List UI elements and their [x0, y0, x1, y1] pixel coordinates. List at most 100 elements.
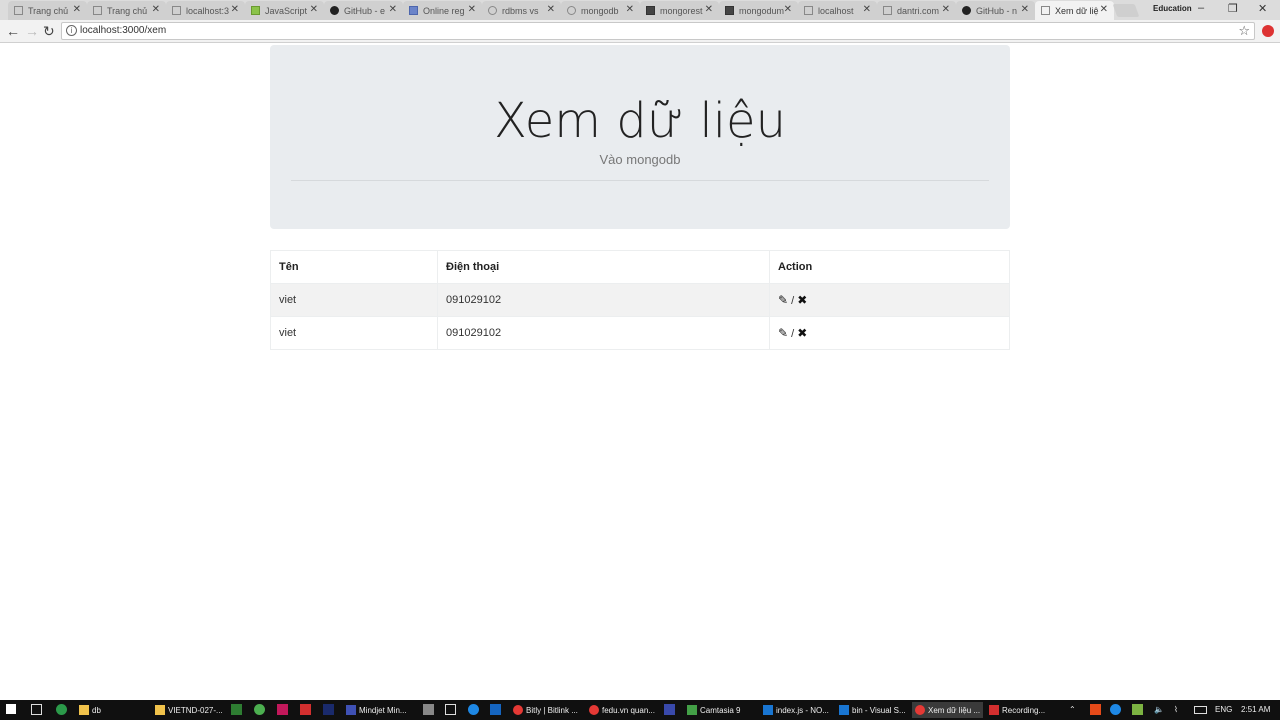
column-header-phone: Điện thoại [437, 250, 770, 284]
divider [291, 180, 989, 181]
site-icon [646, 6, 655, 15]
app-icon[interactable] [56, 704, 67, 715]
app-icon[interactable] [490, 704, 501, 715]
browser-tab[interactable]: localhost ✕ [798, 1, 877, 20]
browser-tab[interactable]: dantri.com ✕ [877, 1, 956, 20]
cell-phone: 091029102 [437, 316, 770, 350]
browser-tab[interactable]: localhost:3 ✕ [166, 1, 245, 20]
app-icon[interactable] [277, 704, 288, 715]
tray-app-icon[interactable] [1132, 704, 1143, 715]
excel-icon[interactable] [231, 704, 242, 715]
browser-tab[interactable]: JavaScript ✕ [245, 1, 324, 20]
browser-tab[interactable]: mongorest ✕ [640, 1, 719, 20]
browser-tab[interactable]: mongodb ✕ [561, 1, 640, 20]
info-icon[interactable]: i [66, 25, 77, 36]
cell-action: ✎ / ✖ [769, 316, 1010, 350]
tab-close-icon[interactable]: ✕ [152, 4, 160, 15]
clock[interactable]: 2:51 AM [1241, 705, 1270, 714]
folder-icon [155, 705, 165, 715]
edit-icon[interactable]: ✎ [778, 293, 788, 307]
tab-close-icon[interactable]: ✕ [942, 4, 950, 15]
mail-icon[interactable] [445, 704, 456, 715]
close-window-icon[interactable]: ✕ [1258, 2, 1267, 15]
volume-icon[interactable]: 🔈 [1154, 705, 1164, 714]
taskbar-item[interactable]: index.js - NO... [763, 702, 829, 718]
taskbar-item[interactable]: VIETND-027-... [155, 702, 223, 718]
restore-icon[interactable]: ❐ [1228, 2, 1238, 15]
address-url[interactable]: localhost:3000/xem [80, 25, 166, 36]
browser-tab-active[interactable]: Xem dữ liệ ✕ [1035, 1, 1114, 20]
tab-close-icon[interactable]: ✕ [389, 4, 397, 15]
tab-close-icon[interactable]: ✕ [863, 4, 871, 15]
forward-icon[interactable]: → [25, 23, 39, 39]
language-indicator[interactable]: ENG [1215, 705, 1232, 714]
tab-close-icon[interactable]: ✕ [468, 4, 476, 15]
tray-app-icon[interactable] [1090, 704, 1101, 715]
chrome-icon [513, 705, 523, 715]
column-header-action: Action [769, 250, 1010, 284]
extension-icon[interactable] [1262, 25, 1274, 37]
jumbotron: Xem dữ liệu Vào mongodb [270, 45, 1010, 229]
table-row: viet 091029102 ✎ / ✖ [270, 283, 1010, 317]
tab-close-icon[interactable]: ✕ [784, 4, 792, 15]
browser-tab[interactable]: GitHub - n ✕ [956, 1, 1035, 20]
vscode-icon [763, 705, 773, 715]
page-icon [883, 6, 892, 15]
tab-close-icon[interactable]: ✕ [705, 4, 713, 15]
app-icon[interactable] [468, 704, 479, 715]
tray-app-icon[interactable] [1110, 704, 1121, 715]
tab-close-icon[interactable]: ✕ [1021, 4, 1029, 15]
chrome-icon [589, 705, 599, 715]
tray-chevron-icon[interactable]: ⌃ [1069, 705, 1076, 714]
task-view-icon[interactable] [31, 704, 42, 715]
page-subtitle: Vào mongodb [599, 152, 681, 167]
taskbar-item[interactable]: db [79, 702, 101, 718]
app-icon[interactable] [664, 704, 675, 715]
browser-tab[interactable]: GitHub - e ✕ [324, 1, 403, 20]
action-separator: / [791, 328, 795, 340]
taskbar-item[interactable]: Mindjet Min... [346, 702, 407, 718]
taskbar-item[interactable]: Camtasia 9 [687, 702, 740, 718]
filezilla-icon[interactable] [300, 704, 311, 715]
browser-tab[interactable]: mongodum ✕ [719, 1, 798, 20]
tab-close-icon[interactable]: ✕ [73, 4, 81, 15]
edit-icon[interactable]: ✎ [778, 326, 788, 340]
photoshop-icon[interactable] [323, 704, 334, 715]
taskbar-item[interactable]: Bitly | Bitlink ... [513, 702, 578, 718]
browser-tab[interactable]: Trang chủ ✕ [8, 1, 87, 20]
tab-close-icon[interactable]: ✕ [1100, 4, 1108, 15]
reload-icon[interactable]: ↻ [43, 23, 55, 39]
cell-action: ✎ / ✖ [769, 283, 1010, 317]
tab-close-icon[interactable]: ✕ [310, 4, 318, 15]
minimize-icon[interactable]: – [1198, 2, 1204, 14]
tab-close-icon[interactable]: ✕ [626, 4, 634, 15]
browser-tab[interactable]: rdbms vs ✕ [482, 1, 561, 20]
address-bar[interactable]: i localhost:3000/xem ☆ [61, 22, 1255, 40]
new-tab-button[interactable] [1112, 4, 1140, 17]
tab-close-icon[interactable]: ✕ [231, 4, 239, 15]
browser-tab[interactable]: Online reg ✕ [403, 1, 482, 20]
github-icon [330, 6, 339, 15]
table-row: viet 091029102 ✎ / ✖ [270, 316, 1010, 350]
network-icon[interactable]: ⌇ [1174, 705, 1178, 714]
cell-name: viet [270, 316, 438, 350]
bookmark-star-icon[interactable]: ☆ [1238, 23, 1250, 39]
delete-icon[interactable]: ✖ [797, 326, 807, 340]
app-icon[interactable] [254, 704, 265, 715]
page-icon [14, 6, 23, 15]
app-icon[interactable] [423, 704, 434, 715]
back-icon[interactable]: ← [6, 23, 20, 39]
taskbar-item[interactable]: fedu.vn quan... [589, 702, 655, 718]
profile-button[interactable]: Education [1153, 4, 1192, 13]
windows-start-icon[interactable] [6, 704, 16, 714]
site-icon [725, 6, 734, 15]
browser-tab[interactable]: Trang chủ ✕ [87, 1, 166, 20]
keyboard-icon[interactable] [1194, 706, 1207, 714]
taskbar-item-active[interactable]: Xem dữ liệu ... [912, 702, 984, 718]
delete-icon[interactable]: ✖ [797, 293, 807, 307]
column-header-name: Tên [270, 250, 438, 284]
taskbar-item[interactable]: Recording... [989, 702, 1045, 718]
cell-name: viet [270, 283, 438, 317]
tab-close-icon[interactable]: ✕ [547, 4, 555, 15]
taskbar-item[interactable]: bin - Visual S... [839, 702, 906, 718]
